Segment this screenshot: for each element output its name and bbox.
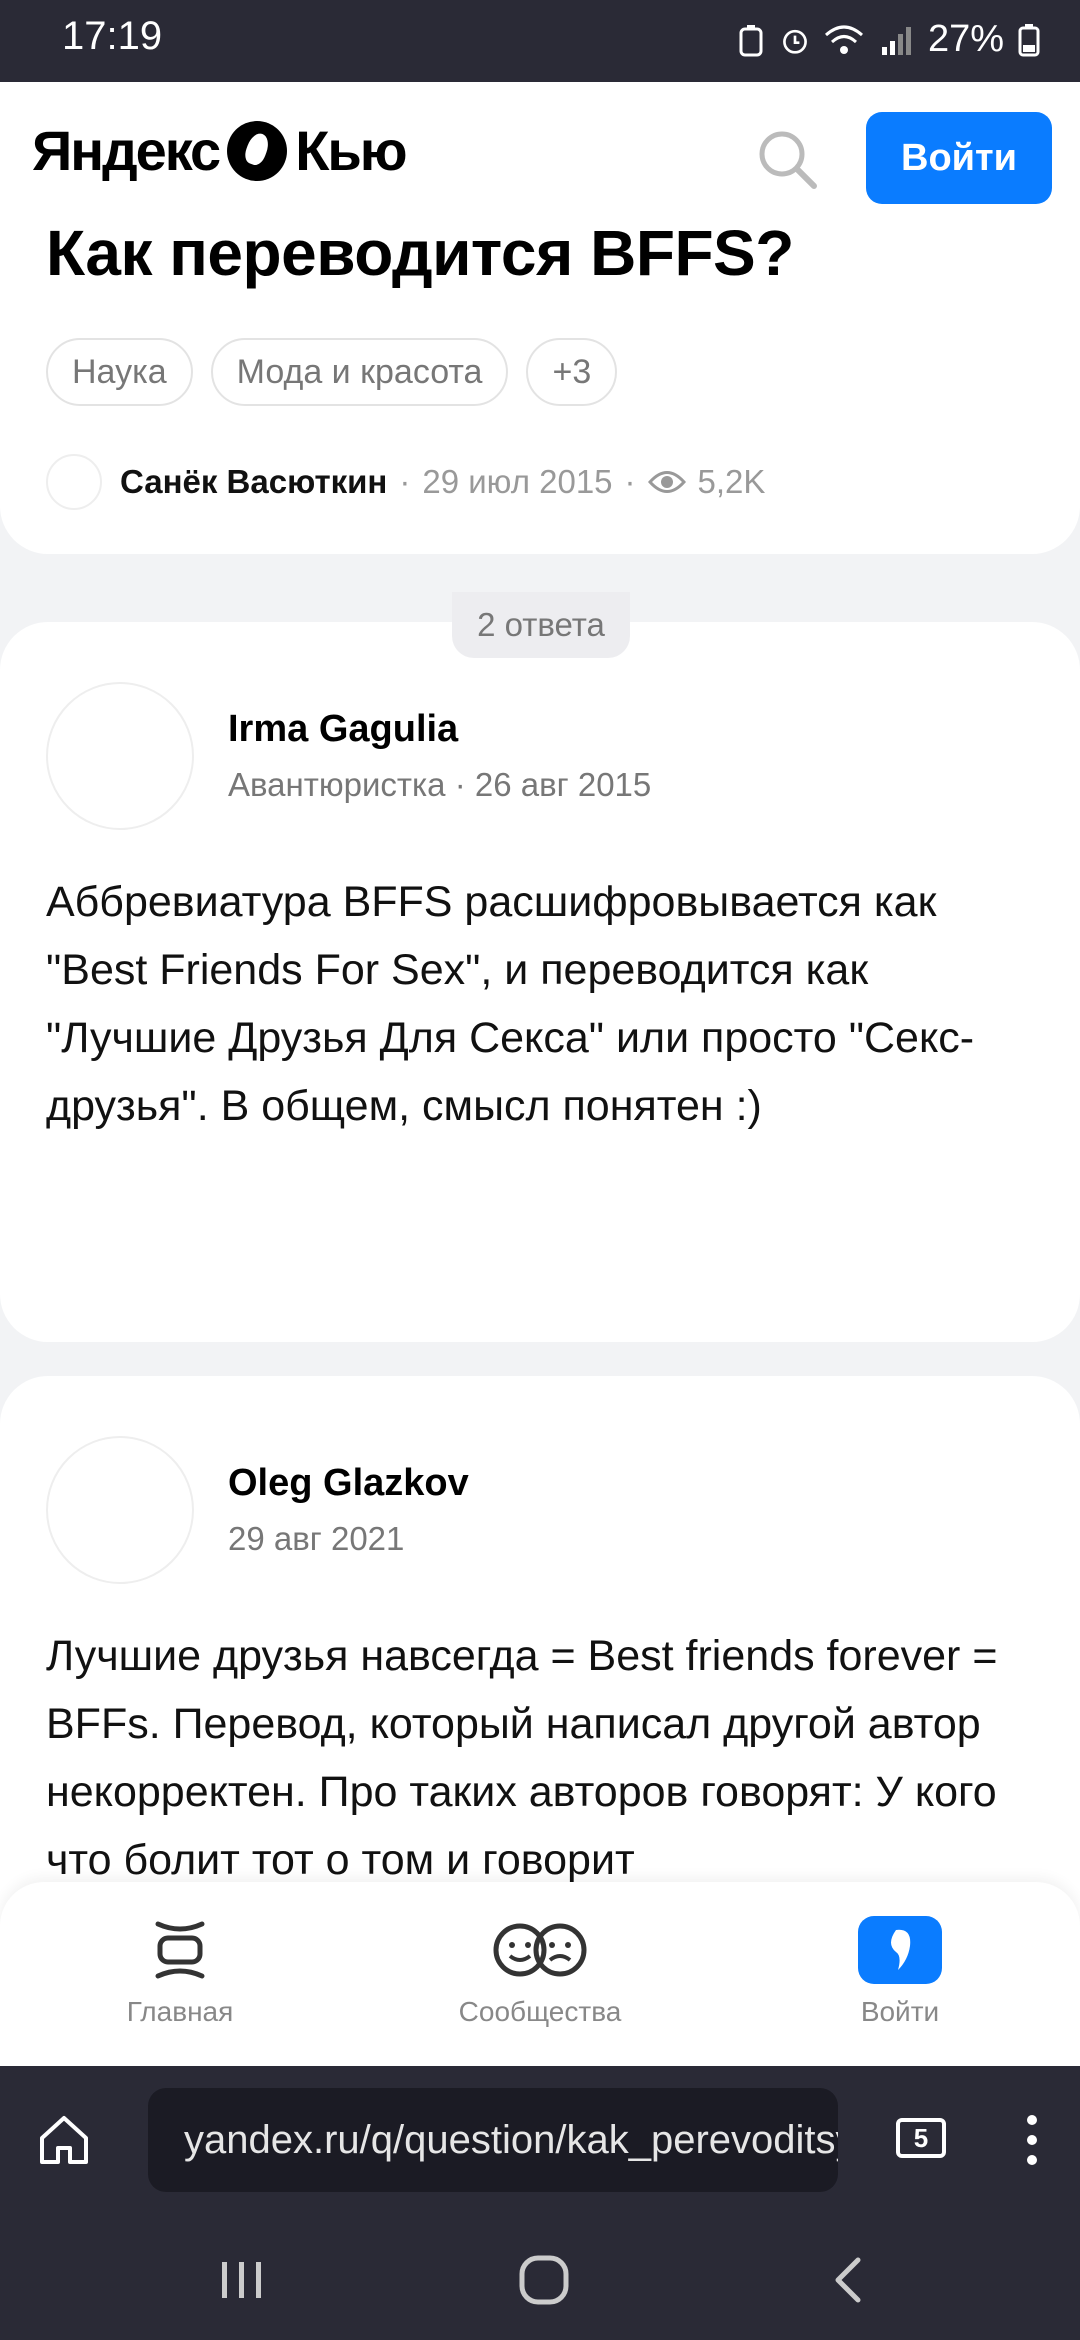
wifi-icon (824, 25, 863, 54)
address-bar[interactable]: yandex.ru/q/question/kak_perevoditsya_bf… (148, 2088, 838, 2192)
nav-login-label: Войти (860, 1996, 940, 2027)
nav-login[interactable]: Войти (770, 1910, 1030, 2028)
bottom-navigation: Главная Сообщества Войти (0, 1882, 1080, 2066)
answer-author-avatar[interactable] (46, 1436, 194, 1584)
answer-author-avatar[interactable] (46, 682, 194, 830)
question-meta: Санёк Васюткин · 29 июл 2015 · 5,2K (46, 454, 765, 510)
logo-text-q: Кью (295, 119, 407, 182)
answer-author-name[interactable]: Oleg Glazkov (228, 1462, 469, 1505)
question-card: Как переводится BFFS? Наука Мода и красо… (0, 217, 1080, 554)
home-feed-icon (155, 1921, 205, 1979)
status-time: 17:19 (62, 14, 163, 58)
question-date: 29 июл 2015 (422, 463, 613, 500)
system-navigation-bar (0, 2214, 1080, 2340)
meta-separator: · (454, 766, 475, 803)
search-icon[interactable] (752, 124, 822, 194)
answers-count-label: 2 ответа (452, 592, 630, 658)
answer-author-role: Авантюристка (228, 766, 446, 803)
question-views: 5,2K (697, 463, 766, 500)
logo-mark-icon (227, 120, 288, 181)
answer-date: 26 авг 2015 (474, 766, 652, 803)
tab-switcher-button[interactable]: 5 (896, 2118, 946, 2158)
status-bar: 17:19 27% (0, 0, 1080, 82)
battery-icon (1018, 23, 1040, 56)
answer-meta: Авантюристка · 26 авг 2015 (228, 766, 651, 804)
meta-separator: · (624, 463, 636, 500)
logo-text-yandex: Яндекс (32, 119, 221, 182)
status-icons: 27% (736, 18, 1040, 61)
tag-nauka[interactable]: Наука (46, 338, 193, 406)
tag-more[interactable]: +3 (526, 338, 618, 406)
battery-percent: 27% (927, 18, 1004, 60)
more-menu-icon[interactable] (1020, 2110, 1044, 2170)
yandex-q-logo[interactable]: Яндекс Кью (32, 118, 408, 183)
question-author-avatar[interactable] (46, 454, 102, 510)
question-title: Как переводится BFFS? (46, 217, 794, 289)
meta-separator: · (399, 463, 411, 500)
login-button[interactable]: Войти (866, 112, 1052, 204)
tag-moda[interactable]: Мода и красота (210, 338, 509, 406)
answer-date: 29 авг 2021 (228, 1520, 405, 1557)
site-header: Яндекс Кью Войти (0, 82, 1080, 232)
answer-text: Лучшие друзья навсегда = Best friends fo… (46, 1632, 998, 1884)
eye-icon (647, 471, 686, 493)
signal-icon (881, 26, 911, 55)
recent-apps-icon[interactable] (218, 2258, 266, 2302)
nav-home-label: Главная (126, 1996, 234, 2027)
communities-icon (493, 1923, 587, 1977)
question-author[interactable]: Санёк Васюткин (120, 463, 387, 501)
nav-home[interactable]: Главная (50, 1910, 310, 2028)
nav-communities-label: Сообщества (458, 1996, 622, 2027)
answer-card: Irma Gagulia Авантюристка · 26 авг 2015 … (0, 622, 1080, 1342)
back-icon[interactable] (828, 2254, 868, 2306)
home-system-icon[interactable] (518, 2254, 570, 2306)
url-text: yandex.ru/q/question/kak_perevoditsya_bf… (184, 2117, 838, 2162)
question-tags: Наука Мода и красота +3 (46, 338, 618, 406)
login-icon (858, 1916, 942, 1984)
nav-communities[interactable]: Сообщества (410, 1910, 670, 2028)
alarm-icon (783, 29, 807, 54)
battery-saver-icon (739, 24, 763, 56)
browser-toolbar: yandex.ru/q/question/kak_perevoditsya_bf… (0, 2066, 1080, 2214)
answer-text: Аббревиатура BFFS расшифровывается как "… (46, 878, 975, 1130)
home-icon[interactable] (36, 2112, 92, 2168)
answer-author-name[interactable]: Irma Gagulia (228, 708, 458, 751)
